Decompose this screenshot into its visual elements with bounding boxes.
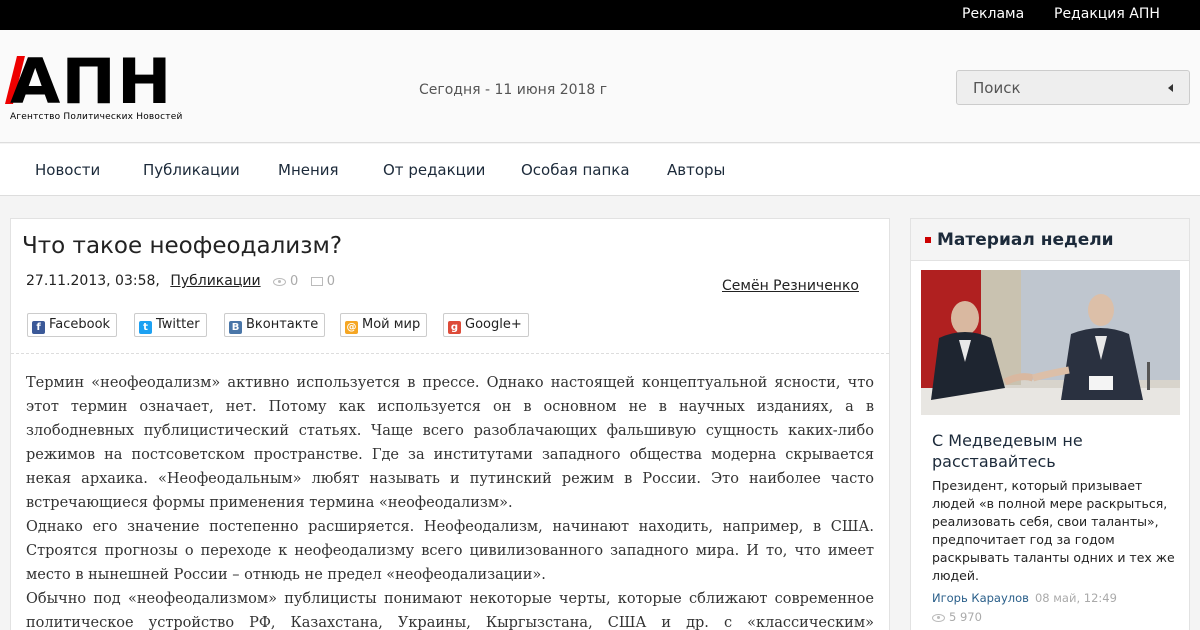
article-author-link[interactable]: Семён Резниченко xyxy=(722,278,859,294)
featured-author-link[interactable]: Игорь Караулов xyxy=(932,591,1029,605)
vk-icon: B xyxy=(229,321,242,334)
share-vk-button[interactable]: B Вконтакте xyxy=(224,313,326,337)
article-meta: 27.11.2013, 03:58, Публикации 0 0 xyxy=(26,273,335,289)
article-paragraph: Однако его значение постепенно расширяет… xyxy=(26,519,874,583)
red-square-icon xyxy=(925,237,931,243)
featured-date: 08 май, 12:49 xyxy=(1034,591,1117,605)
featured-photo-illustration xyxy=(921,270,1180,415)
featured-views: 5 970 xyxy=(932,610,982,624)
sidebar-heading: Материал недели xyxy=(937,230,1114,250)
twitter-icon: t xyxy=(139,321,152,334)
featured-title-link[interactable]: С Медведевым не расставайтесь xyxy=(932,430,1177,472)
featured-views-count: 5 970 xyxy=(949,610,982,624)
article-title: Что такое неофеодализм? xyxy=(22,233,343,259)
article-paragraph: Термин «неофеодализм» активно использует… xyxy=(26,375,874,511)
nav-item-special-folder[interactable]: Особая папка xyxy=(521,161,630,179)
article-body: Термин «неофеодализм» активно использует… xyxy=(26,371,874,630)
share-facebook-button[interactable]: f Facebook xyxy=(27,313,118,337)
editorial-link[interactable]: Редакция АПН xyxy=(1054,6,1160,22)
mymir-icon: @ xyxy=(345,321,358,334)
featured-byline: Игорь Караулов 08 май, 12:49 xyxy=(932,591,1117,605)
site-header: АПН Агентство Политических Новостей Сего… xyxy=(0,30,1200,143)
share-label: Google+ xyxy=(465,317,522,332)
nav-item-publications[interactable]: Публикации xyxy=(143,161,240,179)
article-paragraph: Обычно под «неофеодализмом» публицисты п… xyxy=(26,591,874,630)
comments-count: 0 xyxy=(326,274,336,289)
top-bar: Реклама Редакция АПН xyxy=(0,0,1200,30)
featured-description: Президент, который призывает людей «в по… xyxy=(932,478,1175,583)
search-box xyxy=(956,70,1190,105)
comment-icon xyxy=(310,277,323,286)
nav-item-authors[interactable]: Авторы xyxy=(667,161,725,179)
share-label: Мой мир xyxy=(362,317,421,332)
facebook-icon: f xyxy=(32,321,45,334)
logo-mark: АПН xyxy=(10,45,173,118)
sidebar-featured: Материал недели С Медведевым не расстава… xyxy=(910,218,1190,630)
sidebar-heading-bar: Материал недели xyxy=(911,219,1189,261)
logo-tagline: Агентство Политических Новостей xyxy=(10,112,183,122)
nav-item-news[interactable]: Новости xyxy=(35,161,100,179)
chevron-left-icon[interactable] xyxy=(1168,84,1173,92)
divider xyxy=(11,353,889,354)
share-label: Twitter xyxy=(156,317,200,332)
share-label: Facebook xyxy=(49,317,111,332)
site-logo[interactable]: АПН Агентство Политических Новостей xyxy=(5,46,195,126)
article-category-link[interactable]: Публикации xyxy=(170,273,260,289)
nav-item-editorial[interactable]: От редакции xyxy=(383,161,485,179)
share-label: Вконтакте xyxy=(246,317,319,332)
share-twitter-button[interactable]: t Twitter xyxy=(134,313,207,337)
ad-link[interactable]: Реклама xyxy=(962,6,1024,22)
eye-icon xyxy=(273,277,287,286)
search-input[interactable] xyxy=(957,71,1157,104)
views-count: 0 xyxy=(290,274,299,289)
nav-item-opinions[interactable]: Мнения xyxy=(278,161,339,179)
today-date: Сегодня - 11 июня 2018 г xyxy=(419,82,608,98)
main-nav: Новости Публикации Мнения От редакции Ос… xyxy=(0,144,1200,196)
share-mymir-button[interactable]: @ Мой мир xyxy=(340,313,428,337)
eye-icon xyxy=(932,613,945,622)
comments-stat: 0 xyxy=(310,274,336,289)
googleplus-icon: g xyxy=(448,321,461,334)
featured-photo[interactable] xyxy=(921,270,1180,415)
views-stat: 0 xyxy=(273,274,298,289)
share-googleplus-button[interactable]: g Google+ xyxy=(443,313,529,337)
article: Что такое неофеодализм? 27.11.2013, 03:5… xyxy=(10,218,890,630)
article-datetime: 27.11.2013, 03:58, xyxy=(26,273,160,289)
